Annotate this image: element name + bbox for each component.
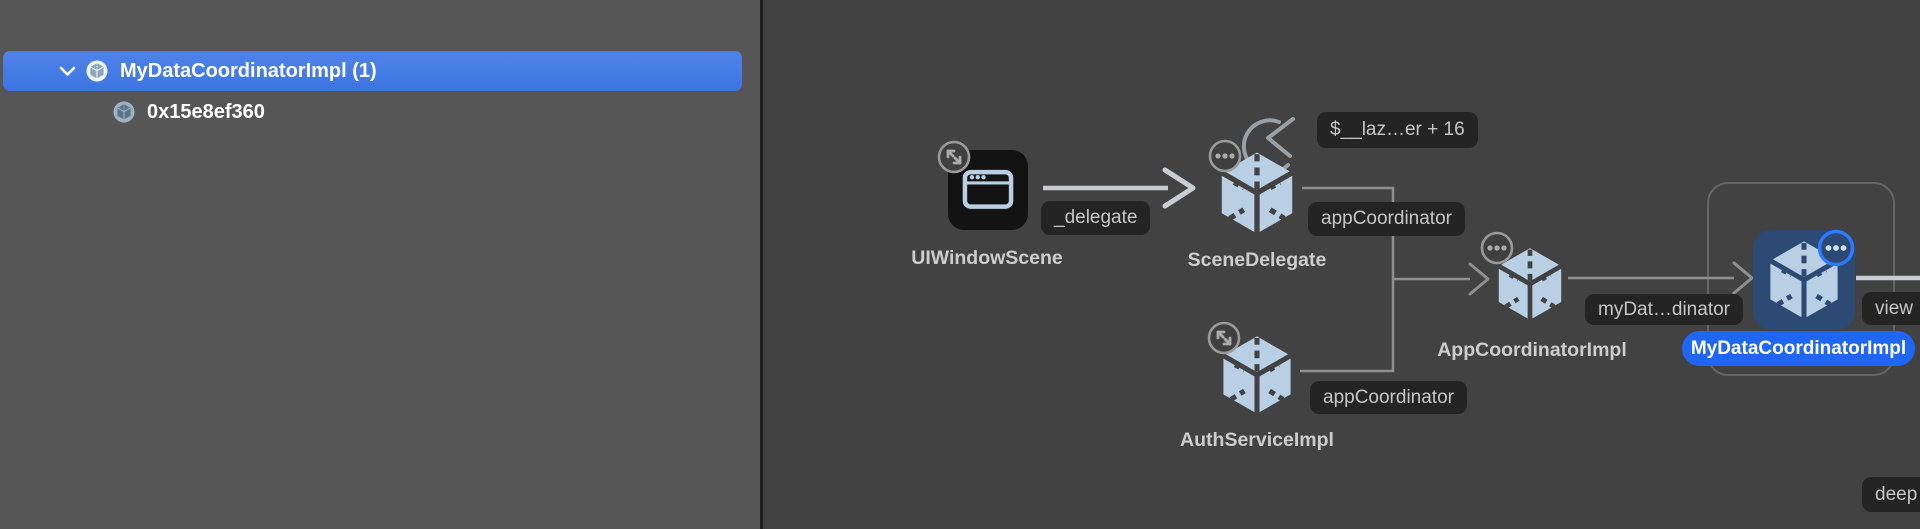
edge-label-lazy[interactable]: $__laz…er + 16 — [1317, 112, 1478, 148]
memory-graph-debugger: MyDataCoordinatorImpl (1) 0x15e8ef360 — [0, 0, 1920, 529]
edge-label-delegate[interactable]: _delegate — [1041, 201, 1150, 235]
ellipsis-badge-icon[interactable] — [1479, 230, 1515, 266]
expand-arrows-badge-icon[interactable] — [1206, 320, 1242, 356]
edge-label-appcoordinator-top[interactable]: appCoordinator — [1308, 202, 1465, 236]
edge-delegate-arrowhead — [1165, 170, 1193, 206]
edge-label-appcoordinator-bottom[interactable]: appCoordinator — [1310, 381, 1467, 414]
edge-label-deep[interactable]: deep — [1862, 477, 1920, 512]
edge-label-mydatacoordinator[interactable]: myDat…dinator — [1585, 294, 1743, 325]
edge-label-view[interactable]: view — [1862, 292, 1920, 325]
ellipsis-badge-icon[interactable] — [1207, 138, 1243, 174]
ellipsis-badge-blue-icon[interactable] — [1816, 228, 1856, 268]
expand-arrows-badge-icon[interactable] — [936, 139, 972, 175]
node-label-scenedelegate: SceneDelegate — [1147, 249, 1367, 272]
node-label-authserviceimpl: AuthServiceImpl — [1147, 429, 1367, 452]
node-label-uiwindowscene: UIWindowScene — [877, 247, 1097, 270]
selected-node-label[interactable]: MyDataCoordinatorImpl — [1682, 331, 1915, 366]
node-label-appcoordinatorimpl: AppCoordinatorImpl — [1422, 339, 1642, 362]
